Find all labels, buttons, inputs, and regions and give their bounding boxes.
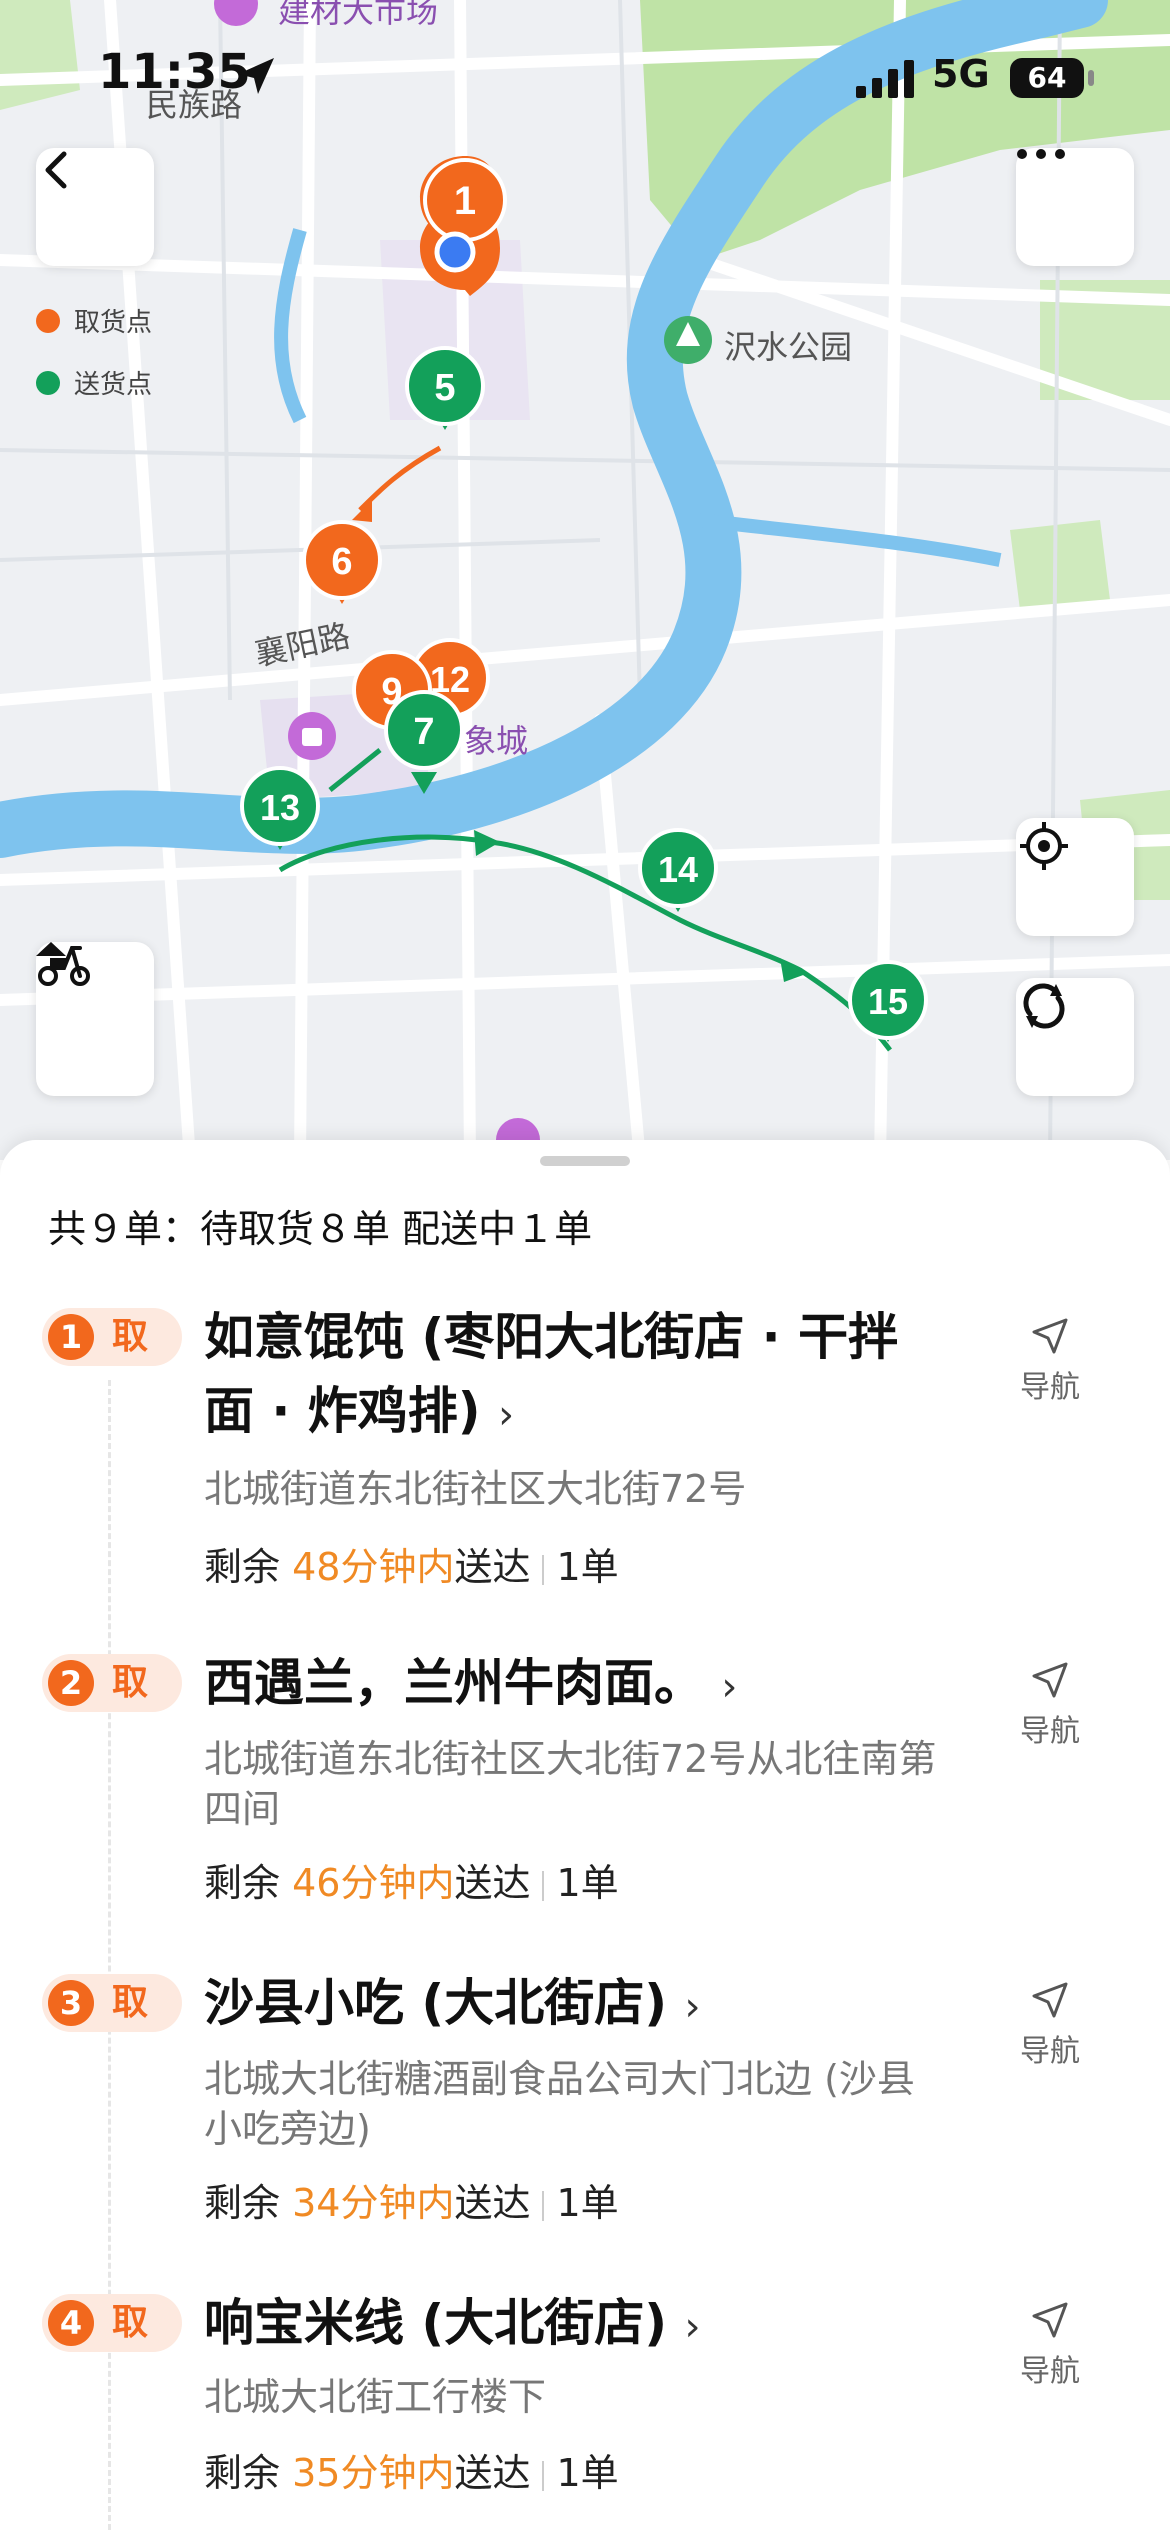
pickup-dot-icon (36, 308, 60, 333)
signal-bars-icon (856, 60, 914, 98)
navigation-arrow-icon (1032, 1662, 1068, 1698)
timeline-dashed-line (108, 1380, 111, 2530)
network-type: 5G (932, 52, 990, 96)
pickup-badge: 3 取 (42, 1974, 182, 2032)
store-name[interactable]: 西遇兰，兰州牛肉面。 › (204, 1646, 944, 1724)
sheet-drag-handle[interactable] (540, 1156, 630, 1166)
location-arrow-icon (238, 58, 274, 94)
refresh-icon (1023, 983, 1065, 1029)
chevron-right-icon: › (684, 2304, 701, 2350)
store-name[interactable]: 沙县小吃 (大北街店) › (204, 1966, 944, 2044)
delivery-remaining: 剩余 46分钟内送达 1单 (204, 1861, 619, 1905)
delivery-dot-icon (36, 370, 60, 395)
status-time: 11:35 (98, 44, 251, 100)
chevron-right-icon: › (498, 1392, 515, 1438)
store-address: 北城大北街工行楼下 (204, 2375, 547, 2419)
svg-text:6: 6 (331, 541, 352, 583)
navigate-button[interactable]: 导航 (1000, 1980, 1100, 2070)
navigate-button[interactable]: 导航 (1000, 1660, 1100, 1750)
status-bar: 11:35 5G 64 (0, 0, 1170, 150)
svg-text:14: 14 (658, 849, 698, 890)
store-address: 北城街道东北街社区大北街72号从北往南第四间 (204, 1737, 937, 1831)
svg-text:5: 5 (434, 367, 455, 409)
marker-pin-15[interactable]: 15 (848, 960, 928, 1042)
navigation-arrow-icon (1032, 2302, 1068, 2338)
road-network (0, 0, 1170, 1160)
park-label: 沢水公园 (724, 328, 853, 366)
order-summary: 共９单：待取货８单 配送中１单 (48, 1207, 593, 1251)
marker-pin-6[interactable]: 6 (302, 520, 382, 604)
store-name[interactable]: 如意馄饨 (枣阳大北街店 · 干拌面 · 炸鸡排) › (204, 1300, 944, 1452)
delivery-remaining: 剩余 35分钟内送达 1单 (204, 2451, 619, 2495)
poi-label: 象城 (464, 722, 529, 760)
pickup-badge: 1 取 (42, 1308, 182, 1366)
navigation-arrow-icon (1032, 1318, 1068, 1354)
delivery-remaining: 剩余 34分钟内送达 1单 (204, 2181, 619, 2225)
marker-label: 1 (454, 179, 476, 223)
marker-pin-1[interactable]: 1 (420, 156, 507, 296)
navigate-button[interactable]: 导航 (1000, 1316, 1100, 1406)
store-address: 北城大北街糖酒副食品公司大门北边 (沙县小吃旁边) (204, 2057, 915, 2151)
back-chevron-icon (45, 151, 67, 189)
refresh-button[interactable] (1016, 978, 1134, 1096)
legend-pickup: 取货点 (36, 302, 152, 339)
navigation-arrow-icon (1032, 1982, 1068, 2018)
pickup-badge: 2 取 (42, 1654, 182, 1712)
delivery-remaining: 剩余 48分钟内送达 1单 (204, 1545, 619, 1589)
svg-text:15: 15 (868, 981, 908, 1022)
chevron-right-icon: › (721, 1664, 738, 1710)
canal (274, 228, 307, 424)
river-branch (699, 513, 1002, 567)
park-area (1010, 520, 1110, 610)
svg-text:13: 13 (260, 787, 300, 828)
locate-icon (1020, 822, 1068, 870)
order-sheet[interactable]: 共９单：待取货８单 配送中１单 1 取 如意馄饨 (枣阳大北街店 · 干拌面 ·… (0, 1140, 1170, 2532)
back-button[interactable] (36, 148, 154, 266)
battery-tip (1088, 70, 1094, 86)
route-arrow (352, 500, 372, 522)
navigate-button[interactable]: 导航 (1000, 2300, 1100, 2390)
map-canvas[interactable]: 1 5 6 12 9 7 13 14 15 (0, 0, 1170, 1160)
legend-delivery: 送货点 (36, 364, 152, 401)
pickup-badge: 4 取 (42, 2294, 182, 2352)
chevron-right-icon: › (684, 1984, 701, 2030)
store-name[interactable]: 响宝米线 (大北街店) › (204, 2286, 944, 2364)
store-address: 北城街道东北街社区大北街72号 (204, 1467, 747, 1511)
map-view[interactable]: 1 5 6 12 9 7 13 14 15 建材大市场 民族路 沢水公园 襄阳路… (0, 0, 1170, 1160)
vehicle-toggle-button[interactable] (36, 942, 154, 1096)
svg-text:7: 7 (413, 711, 434, 753)
more-button[interactable] (1016, 148, 1134, 266)
current-location-dot (434, 231, 476, 273)
marker-pin-14[interactable]: 14 (638, 828, 718, 912)
battery-level: 64 (1010, 58, 1084, 98)
locate-button[interactable] (1016, 818, 1134, 936)
scooter-icon (38, 946, 90, 986)
